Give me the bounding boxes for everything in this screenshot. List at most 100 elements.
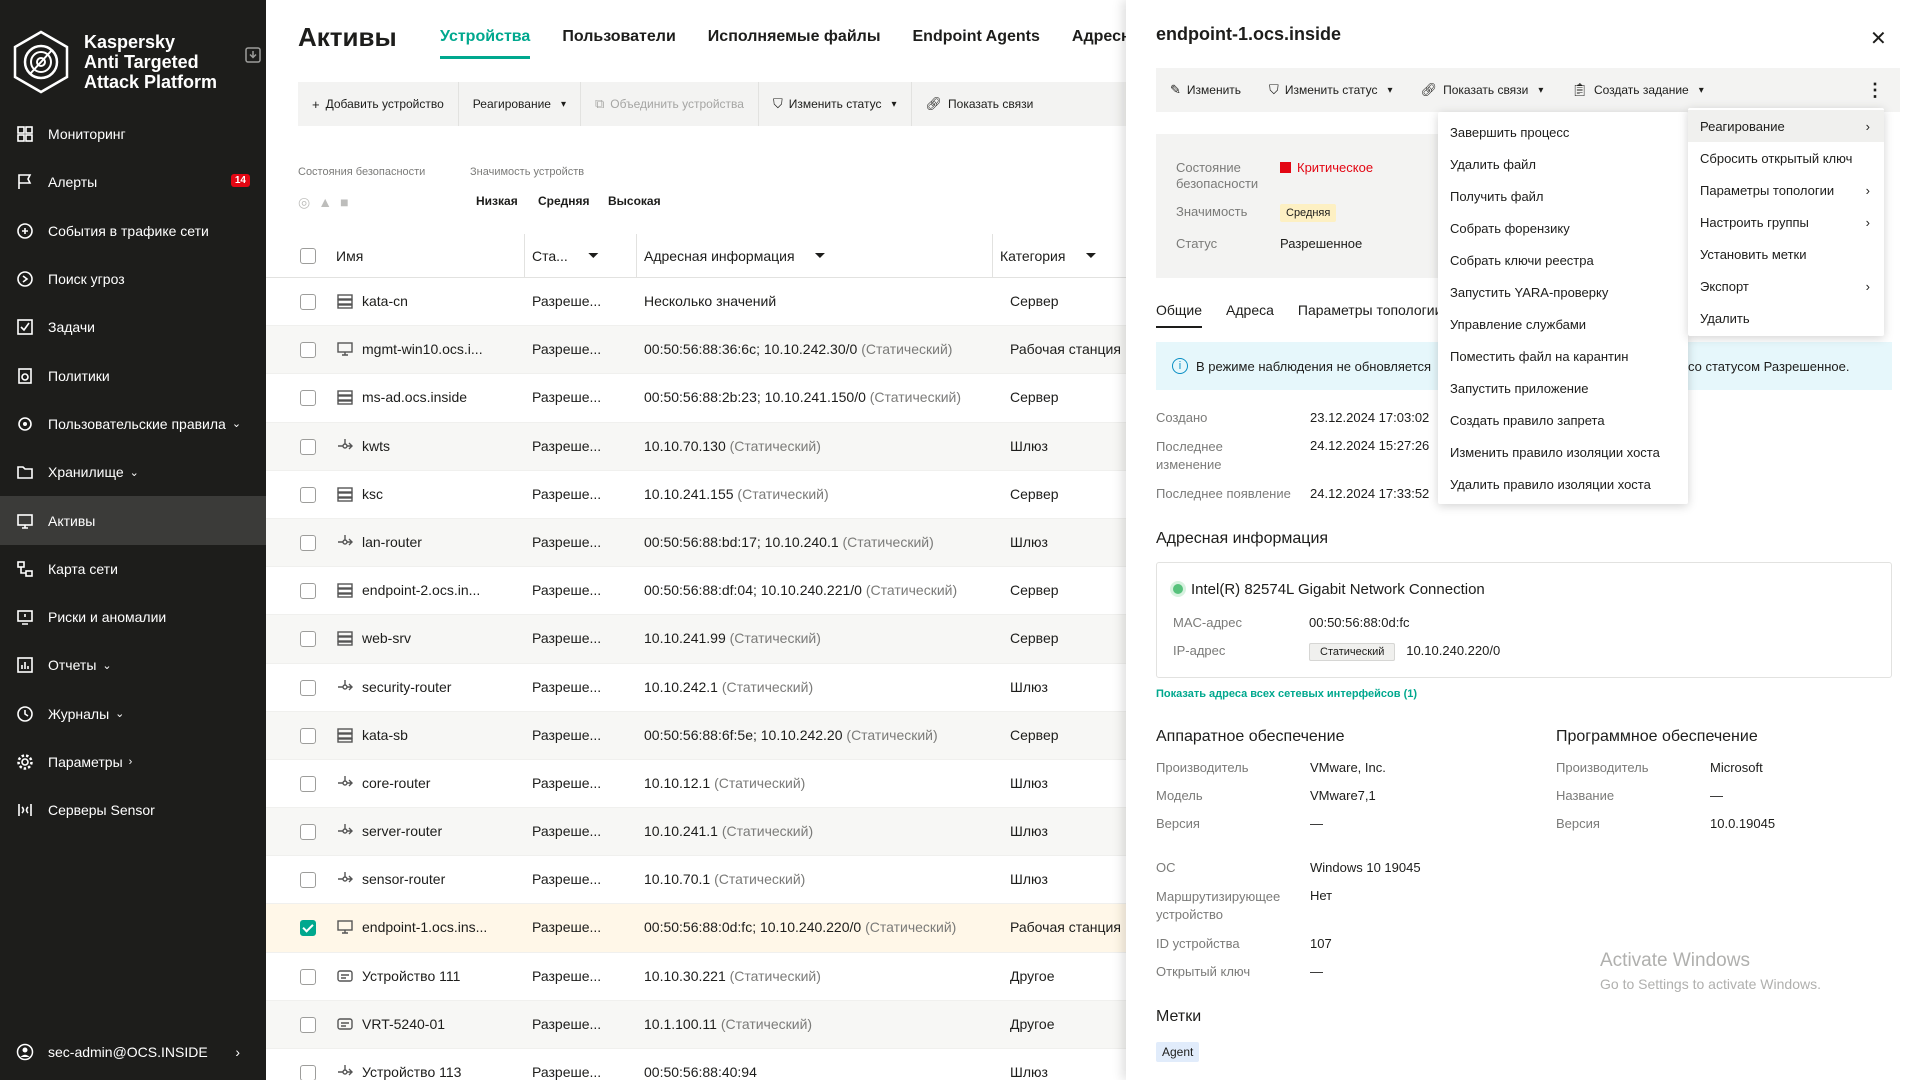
row-checkbox[interactable] <box>300 727 316 744</box>
select-all-checkbox[interactable] <box>300 248 316 264</box>
table-row[interactable]: VRT-5240-01 Разреше... 10.1.100.11 (Статич… <box>266 1000 1126 1049</box>
respond-menu-item[interactable]: Управление службами <box>1438 308 1688 340</box>
table-row[interactable]: mgmt-win10.ocs.i... Разреше... 00:50:56:88… <box>266 326 1126 375</box>
device-name[interactable]: Устройство 113 <box>362 1064 522 1080</box>
tab-endpoint-agents[interactable]: Endpoint Agents <box>913 28 1040 59</box>
respond-menu-item[interactable]: Создать правило запрета <box>1438 404 1688 436</box>
edit-button[interactable]: ✎ Изменить <box>1156 68 1255 112</box>
table-row[interactable]: sensor-router Разреше... 10.10.70.1 (Стати… <box>266 856 1126 905</box>
tab-general[interactable]: Общие <box>1156 302 1203 328</box>
table-row[interactable]: kata-sb Разреше... 00:50:56:88:6f:5e; 10.1… <box>266 711 1126 760</box>
table-row[interactable]: ksc Разреше... 10.10.241.155 (Статический)… <box>266 471 1126 519</box>
row-checkbox[interactable] <box>300 486 316 503</box>
table-row[interactable]: core-router Разреше... 10.10.12.1 (Статиче… <box>266 760 1126 809</box>
sidebar-item-14[interactable]: Серверы Sensor <box>0 786 266 834</box>
device-name[interactable]: web-srv <box>362 630 522 646</box>
respond-menu-item[interactable]: Собрать форензику <box>1438 212 1688 244</box>
row-checkbox[interactable] <box>300 920 316 937</box>
tag-agent[interactable]: Agent <box>1156 1042 1200 1062</box>
tab-users[interactable]: Пользователи <box>562 28 675 59</box>
show-links-dropdown[interactable]: 🔗︎ Показать связи ▾ <box>1407 68 1558 112</box>
row-checkbox[interactable] <box>300 534 316 551</box>
show-all-interfaces-link[interactable]: Показать адреса всех сетевых интерфейсов… <box>1156 688 1417 700</box>
table-row[interactable]: security-router Разреше... 10.10.242.1 (Ст… <box>266 664 1126 712</box>
device-name[interactable]: ms-ad.ocs.inside <box>362 389 522 405</box>
device-name[interactable]: VRT-5240-01 <box>362 1016 522 1032</box>
download-icon[interactable] <box>244 46 262 64</box>
table-row[interactable]: Устройство 113 Разреше... 00:50:56:88:40:9… <box>266 1049 1126 1080</box>
device-name[interactable]: kwts <box>362 438 522 454</box>
add-device-button[interactable]: + Добавить устройство <box>298 82 459 126</box>
more-menu-item[interactable]: Удалить <box>1688 302 1884 334</box>
respond-menu-item[interactable]: Собрать ключи реестра <box>1438 244 1688 276</box>
device-name[interactable]: sensor-router <box>362 871 522 887</box>
respond-menu-item[interactable]: Удалить файл <box>1438 148 1688 180</box>
sidebar-item-4[interactable]: Задачи <box>0 303 266 351</box>
column-address[interactable]: Адресная информация ⏷ <box>636 247 826 264</box>
sidebar-item-0[interactable]: Мониторинг <box>0 110 266 158</box>
sidebar-item-3[interactable]: Поиск угроз <box>0 255 266 303</box>
table-row[interactable]: ms-ad.ocs.inside Разреше... 00:50:56:88:2b… <box>266 374 1126 423</box>
filter-icon[interactable]: ⏷ <box>815 247 826 264</box>
device-name[interactable]: kata-cn <box>362 293 522 309</box>
critical-state-icon[interactable]: ■ <box>340 194 348 211</box>
sidebar-item-9[interactable]: Карта сети <box>0 545 266 593</box>
table-row[interactable]: lan-router Разреше... 00:50:56:88:bd:17; 1… <box>266 518 1126 568</box>
row-checkbox[interactable] <box>300 775 316 792</box>
device-name[interactable]: endpoint-2.ocs.in... <box>362 582 522 598</box>
row-checkbox[interactable] <box>300 824 316 841</box>
tab-topology[interactable]: Параметры топологии <box>1298 302 1442 328</box>
sidebar-item-7[interactable]: Хранилище ⌄ <box>0 448 266 496</box>
device-name[interactable]: security-router <box>362 679 522 695</box>
row-checkbox[interactable] <box>300 968 316 985</box>
row-checkbox[interactable] <box>300 679 316 696</box>
tab-executables[interactable]: Исполняемые файлы <box>708 28 881 59</box>
column-category[interactable]: Категория ⏷ <box>992 247 1097 264</box>
more-icon[interactable]: ⋮ <box>1866 80 1884 101</box>
device-name[interactable]: kata-sb <box>362 727 522 743</box>
device-name[interactable]: Устройство 111 <box>362 968 522 984</box>
row-checkbox[interactable] <box>300 1016 316 1033</box>
table-row[interactable]: kata-cn Разреше... Несколько значений Серв… <box>266 278 1126 327</box>
table-row[interactable]: web-srv Разреше... 10.10.241.99 (Статическ… <box>266 615 1126 664</box>
tab-devices[interactable]: Устройства <box>440 28 531 59</box>
importance-medium-chip[interactable]: Средняя <box>538 194 590 208</box>
sidebar-item-6[interactable]: Пользовательские правила ⌄ <box>0 400 266 448</box>
respond-menu-item[interactable]: Поместить файл на карантин <box>1438 340 1688 372</box>
respond-dropdown[interactable]: Реагирование ▾ <box>459 82 581 126</box>
change-status-dropdown[interactable]: ⛉ Изменить статус ▾ <box>759 82 912 126</box>
table-row[interactable]: endpoint-1.ocs.ins... Разреше... 00:50:56:… <box>266 904 1126 953</box>
table-row[interactable]: endpoint-2.ocs.in... Разреше... 00:50:56:8… <box>266 567 1126 616</box>
respond-menu-item[interactable]: Получить файл <box>1438 180 1688 212</box>
sidebar-item-2[interactable]: События в трафике сети <box>0 207 266 255</box>
table-row[interactable]: server-router Разреше... 10.10.241.1 (Стат… <box>266 808 1126 857</box>
sidebar-item-10[interactable]: Риски и аномалии <box>0 593 266 641</box>
respond-menu-item[interactable]: Запустить YARA-проверку <box>1438 276 1688 308</box>
respond-menu-item[interactable]: Удалить правило изоляции хоста <box>1438 468 1688 500</box>
device-name[interactable]: lan-router <box>362 534 522 550</box>
device-name[interactable]: ksc <box>362 486 522 502</box>
respond-menu-item[interactable]: Завершить процесс <box>1438 116 1688 148</box>
row-checkbox[interactable] <box>300 631 316 648</box>
user-menu[interactable]: sec-admin@OCS.INSIDE › <box>0 1024 266 1080</box>
warning-state-icon[interactable]: ▲ <box>318 194 332 211</box>
device-name[interactable]: endpoint-1.ocs.ins... <box>362 919 522 935</box>
more-menu-item[interactable]: Установить метки <box>1688 238 1884 270</box>
sidebar-item-11[interactable]: Отчеты ⌄ <box>0 641 266 689</box>
row-checkbox[interactable] <box>300 438 316 455</box>
ok-state-icon[interactable]: ◎ <box>298 194 310 211</box>
respond-menu-item[interactable]: Изменить правило изоляции хоста <box>1438 436 1688 468</box>
tab-addresses[interactable]: Адреса <box>1226 302 1274 328</box>
sidebar-item-5[interactable]: Политики <box>0 351 266 399</box>
device-name[interactable]: core-router <box>362 775 522 791</box>
sidebar-item-12[interactable]: Журналы ⌄ <box>0 690 266 738</box>
device-name[interactable]: mgmt-win10.ocs.i... <box>362 341 522 357</box>
more-menu-item[interactable]: Реагирование › <box>1688 110 1884 142</box>
filter-icon[interactable]: ⏷ <box>588 247 599 264</box>
device-name[interactable]: server-router <box>362 823 522 839</box>
row-checkbox[interactable] <box>300 390 316 407</box>
sidebar-item-1[interactable]: Алерты 14 <box>0 158 266 206</box>
respond-menu-item[interactable]: Запустить приложение <box>1438 372 1688 404</box>
merge-devices-button[interactable]: ⧉ Объединить устройства <box>581 82 759 126</box>
tab-addresses[interactable]: Адресны <box>1072 28 1126 59</box>
